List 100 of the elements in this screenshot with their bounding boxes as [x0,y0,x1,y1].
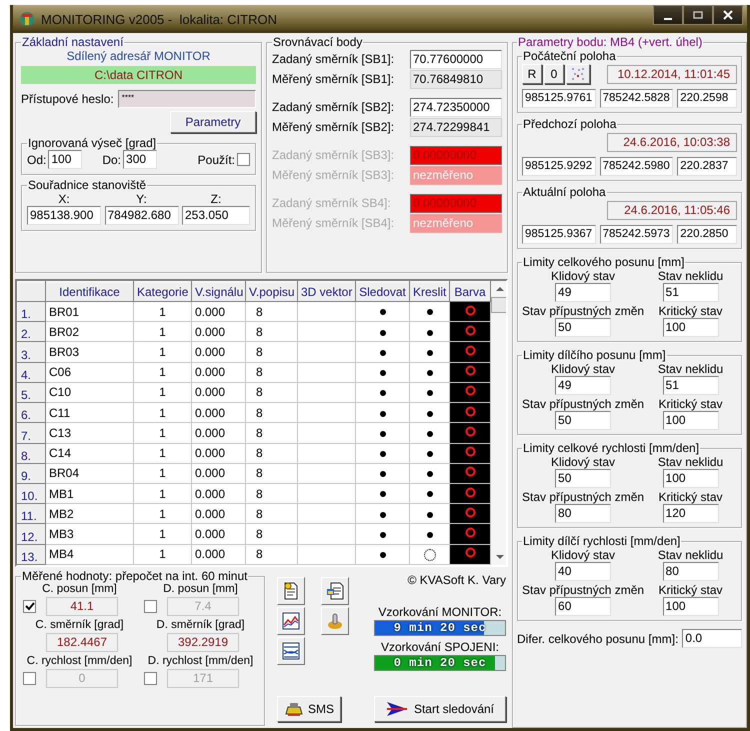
bullet-icon[interactable] [380,390,386,396]
coordinate-field[interactable]: 220.2598 [677,89,737,108]
bullet-icon[interactable] [426,512,432,518]
limit-field[interactable]: 60 [555,597,612,616]
coordinate-field[interactable]: 785242.5973 [600,225,674,244]
row-number[interactable]: 6. [18,402,46,423]
limit-field[interactable]: 49 [555,376,612,395]
checkbox[interactable] [144,600,157,613]
column-header[interactable]: V.popisu [246,282,298,302]
limit-field[interactable]: 40 [555,562,612,581]
direction-field[interactable]: 70.77600000 [410,50,502,68]
limit-field[interactable]: 51 [662,283,719,302]
coordinate-field[interactable]: 985125.9367 [522,225,596,244]
bullet-icon[interactable] [380,552,386,558]
limit-field[interactable]: 49 [555,283,612,302]
bullet-icon[interactable] [426,532,432,538]
bullet-icon[interactable] [426,370,432,376]
bullet-icon[interactable] [380,532,386,538]
limit-field[interactable]: 80 [555,504,612,523]
bullet-icon[interactable] [426,410,432,417]
scrollbar[interactable] [491,281,506,565]
checkbox[interactable] [144,672,157,685]
row-number[interactable]: 13. [18,544,46,564]
limit-field[interactable]: 120 [662,504,719,523]
column-header[interactable]: Kreslit [410,282,450,302]
bullet-icon[interactable] [380,330,386,336]
knob-button[interactable] [321,607,349,635]
bullet-icon[interactable] [426,471,432,478]
limit-field[interactable]: 50 [555,469,612,488]
column-header[interactable]: Barva [450,282,490,302]
limit-field[interactable]: 50 [555,318,612,337]
bullet-icon[interactable] [380,350,386,356]
checkbox[interactable] [23,600,36,613]
bullet-icon[interactable] [426,309,432,316]
row-number[interactable]: 8. [18,443,46,464]
coordinate-field[interactable]: 985138.900 [27,206,101,225]
bullet-icon[interactable] [426,390,432,396]
password-field[interactable]: **** [118,90,256,108]
limit-field[interactable]: 50 [555,411,612,430]
checkbox[interactable] [237,153,250,166]
print-button[interactable] [321,577,349,605]
bullet-icon[interactable] [426,430,432,437]
column-header[interactable]: Sledovat [356,282,410,302]
coordinate-field[interactable]: 985125.9761 [522,89,596,108]
row-number[interactable]: 5. [18,382,46,403]
row-number[interactable]: 2. [18,322,46,342]
close-button[interactable] [713,5,743,25]
limit-field[interactable]: 100 [662,318,719,337]
bullet-icon[interactable] [380,471,386,478]
bullet-icon[interactable] [426,491,432,498]
bullet-icon[interactable] [380,309,386,316]
checkbox[interactable] [23,672,36,685]
row-number[interactable]: 1. [18,302,46,322]
report-button[interactable] [277,577,305,605]
column-header[interactable]: 3D vektor [298,282,356,302]
to-field[interactable]: 300 [123,150,158,169]
difference-field[interactable]: 0.0 [682,629,742,648]
limit-field[interactable]: 100 [662,469,719,488]
grid-button[interactable] [566,64,590,84]
minimize-button[interactable] [653,5,683,25]
row-number[interactable]: 10. [18,483,46,504]
bullet-icon[interactable] [426,450,432,457]
small-button[interactable]: R [522,64,542,84]
row-number[interactable]: 7. [18,422,46,444]
small-button[interactable]: 0 [544,64,564,84]
bullet-icon[interactable] [380,450,386,457]
column-header[interactable]: Kategorie [134,282,192,302]
limit-field[interactable]: 100 [662,597,719,616]
direction-field[interactable]: 274.72350000 [410,98,502,116]
parameters-button[interactable]: Parametry [170,111,256,133]
bullet-icon[interactable] [380,512,386,518]
chart-button[interactable] [277,607,305,635]
limit-field[interactable]: 100 [662,411,719,430]
bullet-icon[interactable] [380,370,386,376]
profile-button[interactable] [277,637,305,665]
limit-field[interactable]: 80 [662,562,719,581]
row-number[interactable]: 3. [18,342,46,362]
bullet-icon[interactable] [380,430,386,437]
coordinate-field[interactable]: 220.2850 [677,225,737,244]
coordinate-field[interactable]: 784982.680 [104,206,178,225]
row-number[interactable]: 4. [18,362,46,382]
coordinate-field[interactable]: 253.050 [182,206,250,225]
row-number[interactable]: 11. [18,504,46,524]
start-button[interactable]: Start sledování [374,696,506,722]
coordinate-field[interactable]: 785242.5980 [600,157,674,176]
coordinate-field[interactable]: 785242.5828 [600,89,674,108]
limit-field[interactable]: 51 [662,376,719,395]
column-header[interactable]: V.signálu [192,282,246,302]
row-number[interactable]: 12. [18,524,46,544]
bullet-icon[interactable] [380,491,386,498]
bullet-icon[interactable] [380,410,386,417]
coordinate-field[interactable]: 985125.9292 [522,157,596,176]
sms-button[interactable]: SMS [277,696,342,722]
bullet-icon[interactable] [426,330,432,336]
row-number[interactable]: 9. [18,463,46,484]
bullet-icon[interactable] [426,350,432,356]
coordinate-field[interactable]: 220.2837 [677,157,737,176]
from-field[interactable]: 100 [48,150,82,169]
column-header[interactable]: Identifikace [46,282,134,302]
maximize-button[interactable] [683,5,713,25]
